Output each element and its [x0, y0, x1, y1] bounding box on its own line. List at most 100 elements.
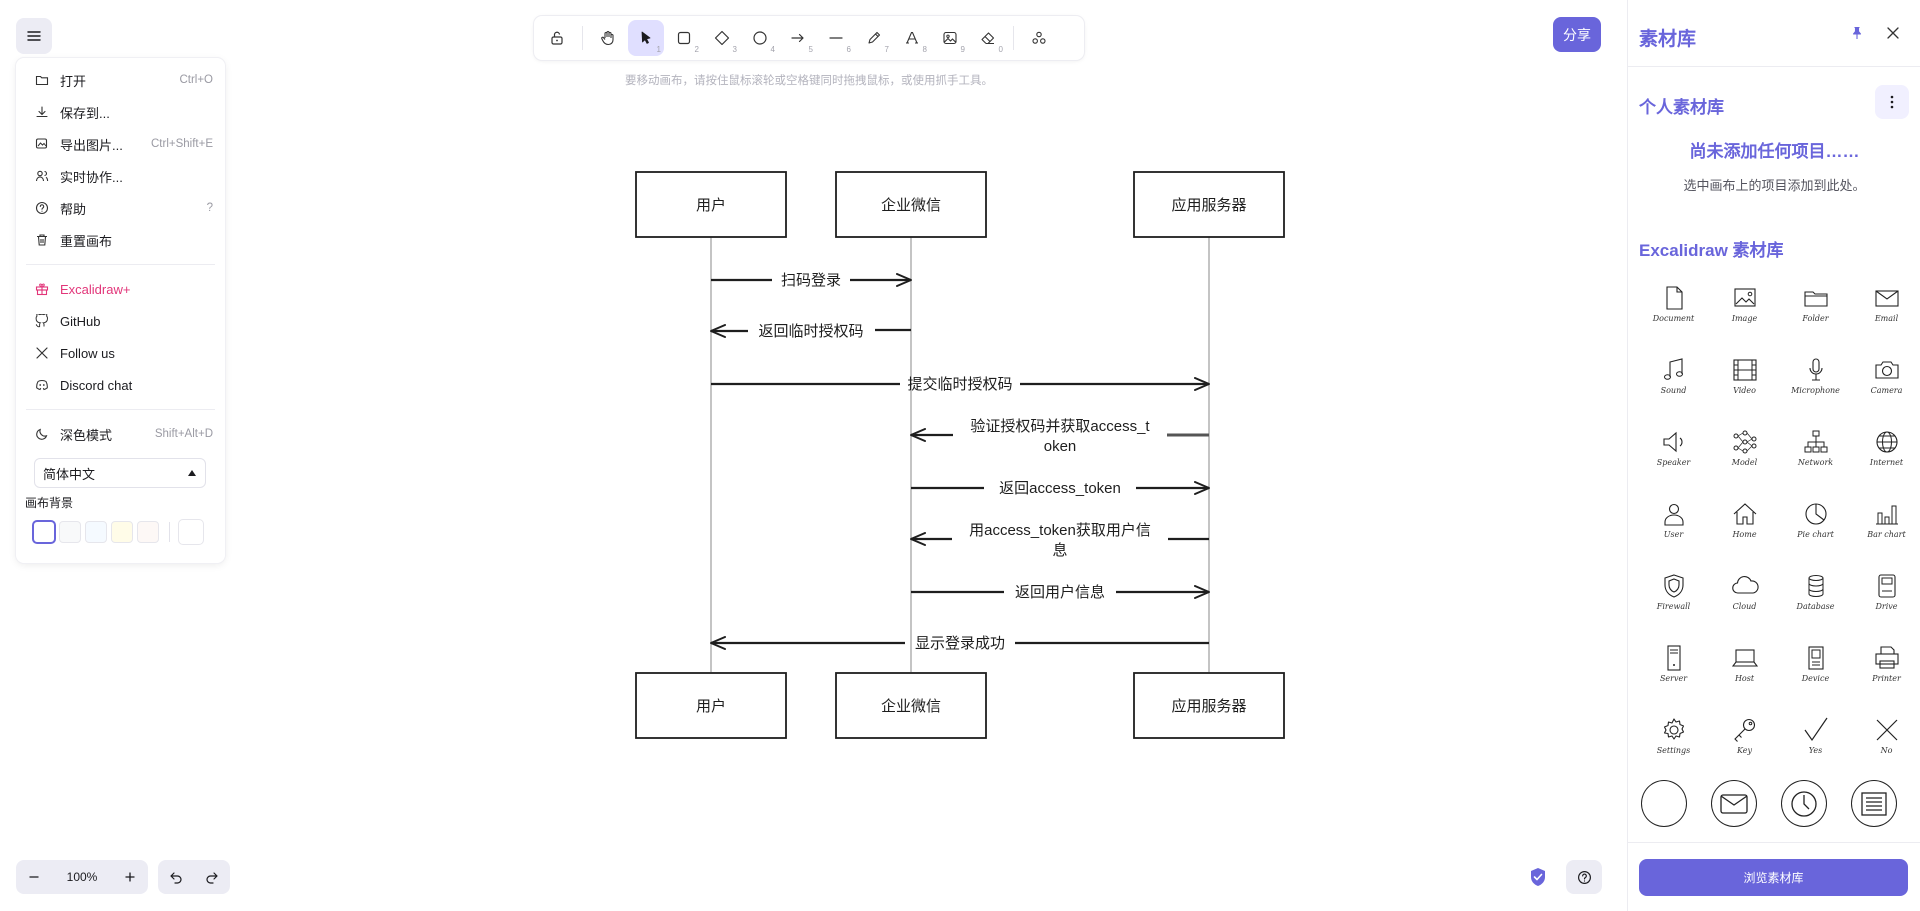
participant-user-bottom[interactable]: 用户 — [635, 672, 787, 739]
cloud-icon — [1731, 576, 1759, 594]
message-label: 返回临时授权码 — [758, 323, 863, 340]
pie-chart-icon — [1804, 503, 1827, 525]
message-6[interactable]: 用access_token获取用户信 息 — [910, 522, 1209, 559]
undo-button[interactable] — [158, 860, 194, 894]
clock-icon — [1791, 790, 1817, 817]
checkmark-icon — [1804, 717, 1827, 742]
camera-icon — [1874, 361, 1899, 379]
library-close-button[interactable] — [1884, 24, 1902, 42]
library-item-email[interactable]: Email — [1851, 283, 1920, 355]
library-item-label: Bar chart — [1867, 530, 1906, 539]
library-item-firewall[interactable]: Firewall — [1638, 571, 1709, 643]
library-item-label: No — [1880, 746, 1893, 755]
library-item-device[interactable]: Device — [1780, 643, 1851, 715]
zoom-out-button[interactable] — [16, 860, 52, 894]
library-item-network[interactable]: Network — [1780, 427, 1851, 499]
help-button[interactable] — [1566, 860, 1602, 894]
library-item-mail-circle[interactable] — [1711, 780, 1757, 827]
library-item-home[interactable]: Home — [1709, 499, 1780, 571]
browse-libraries-button[interactable]: 浏览素材库 — [1639, 859, 1908, 896]
library-item-speaker[interactable]: Speaker — [1638, 427, 1709, 499]
film-icon — [1732, 359, 1757, 381]
library-item-image[interactable]: Image — [1709, 283, 1780, 355]
message-5[interactable]: 返回access_token — [911, 480, 1210, 497]
library-item-label: Pie chart — [1797, 530, 1834, 539]
library-item-database[interactable]: Database — [1780, 571, 1851, 643]
library-item-label: User — [1663, 530, 1684, 539]
library-item-list-circle[interactable] — [1851, 780, 1897, 827]
network-tree-icon — [1804, 430, 1827, 453]
personal-library-title: 个人素材库 — [1639, 98, 1724, 117]
library-item-label: Internet — [1869, 458, 1904, 467]
library-item-key[interactable]: Key — [1709, 715, 1780, 787]
zoom-controls: 100% — [16, 860, 148, 894]
message-8[interactable]: 显示登录成功 — [710, 635, 1209, 652]
undo-icon — [170, 872, 182, 884]
library-item-label: Camera — [1870, 386, 1903, 395]
library-item-camera[interactable]: Camera — [1851, 355, 1920, 427]
library-item-label: Drive — [1875, 602, 1898, 611]
bar-chart-icon — [1875, 505, 1898, 525]
close-icon — [1887, 27, 1899, 39]
excalidraw-library-title: Excalidraw 素材库 — [1639, 241, 1784, 260]
message-3[interactable]: 提交临时授权码 — [711, 375, 1210, 393]
drive-icon — [1877, 574, 1896, 598]
gear-icon — [1663, 718, 1684, 740]
library-item-printer[interactable]: Printer — [1851, 643, 1920, 715]
library-item-model[interactable]: Model — [1709, 427, 1780, 499]
message-4[interactable]: 验证授权码并获取access_t oken — [910, 418, 1209, 455]
library-divider — [1628, 66, 1920, 67]
library-items-row-partial — [1641, 780, 1920, 827]
library-empty-hint: 选中画布上的项目添加到此处。 — [1683, 178, 1866, 193]
user-icon — [1663, 503, 1684, 526]
library-item-settings[interactable]: Settings — [1638, 715, 1709, 787]
library-item-bar-chart[interactable]: Bar chart — [1851, 499, 1920, 571]
encryption-badge[interactable] — [1527, 866, 1549, 888]
participant-wecom-top[interactable]: 企业微信 — [835, 171, 987, 238]
participant-label: 企业微信 — [881, 697, 941, 715]
library-item-server[interactable]: Server — [1638, 643, 1709, 715]
participant-wecom-bottom[interactable]: 企业微信 — [835, 672, 987, 739]
library-panel: 素材库 个人素材库 尚未添加任何项目…… 选中画布上的项目添加到此处。 Exca… — [1627, 0, 1920, 911]
library-item-drive[interactable]: Drive — [1851, 571, 1920, 643]
library-item-no[interactable]: No — [1851, 715, 1920, 787]
redo-button[interactable] — [194, 860, 230, 894]
shield-icon — [1663, 574, 1684, 598]
library-item-internet[interactable]: Internet — [1851, 427, 1920, 499]
message-label: 扫码登录 — [781, 272, 841, 289]
library-item-host[interactable]: Host — [1709, 643, 1780, 715]
zoom-in-button[interactable] — [112, 860, 148, 894]
library-item-label: Model — [1731, 458, 1758, 467]
participant-app-server-bottom[interactable]: 应用服务器 — [1133, 672, 1285, 739]
library-item-pie-chart[interactable]: Pie chart — [1780, 499, 1851, 571]
library-pin-button[interactable] — [1848, 24, 1866, 42]
participant-user-top[interactable]: 用户 — [635, 171, 787, 238]
zoom-level[interactable]: 100% — [52, 870, 112, 884]
library-item-folder[interactable]: Folder — [1780, 283, 1851, 355]
library-item-clock-circle[interactable] — [1781, 780, 1827, 827]
library-item-yes[interactable]: Yes — [1780, 715, 1851, 787]
minus-icon — [29, 876, 39, 878]
library-item-sound[interactable]: Sound — [1638, 355, 1709, 427]
participant-app-server-top[interactable]: 应用服务器 — [1133, 171, 1285, 238]
library-item-cloud[interactable]: Cloud — [1709, 571, 1780, 643]
message-label: 返回用户信息 — [1015, 584, 1105, 601]
message-1[interactable]: 扫码登录 — [711, 272, 912, 289]
library-item-video[interactable]: Video — [1709, 355, 1780, 427]
library-item-label: Home — [1732, 530, 1757, 539]
library-item-user[interactable]: User — [1638, 499, 1709, 571]
library-item-label: Database — [1796, 602, 1835, 611]
library-item-microphone[interactable]: Microphone — [1780, 355, 1851, 427]
cross-icon — [1876, 719, 1897, 741]
participant-label: 用户 — [696, 698, 726, 715]
printer-icon — [1874, 646, 1899, 669]
document-icon — [1665, 286, 1683, 310]
library-item-document[interactable]: Document — [1638, 283, 1709, 355]
participant-label: 应用服务器 — [1171, 697, 1246, 715]
library-item-circle[interactable] — [1641, 780, 1687, 827]
library-item-label: Device — [1801, 674, 1830, 683]
library-item-label: Host — [1734, 674, 1755, 683]
message-7[interactable]: 返回用户信息 — [911, 584, 1210, 601]
library-menu-button[interactable] — [1875, 85, 1909, 119]
message-2[interactable]: 返回临时授权码 — [710, 323, 911, 340]
